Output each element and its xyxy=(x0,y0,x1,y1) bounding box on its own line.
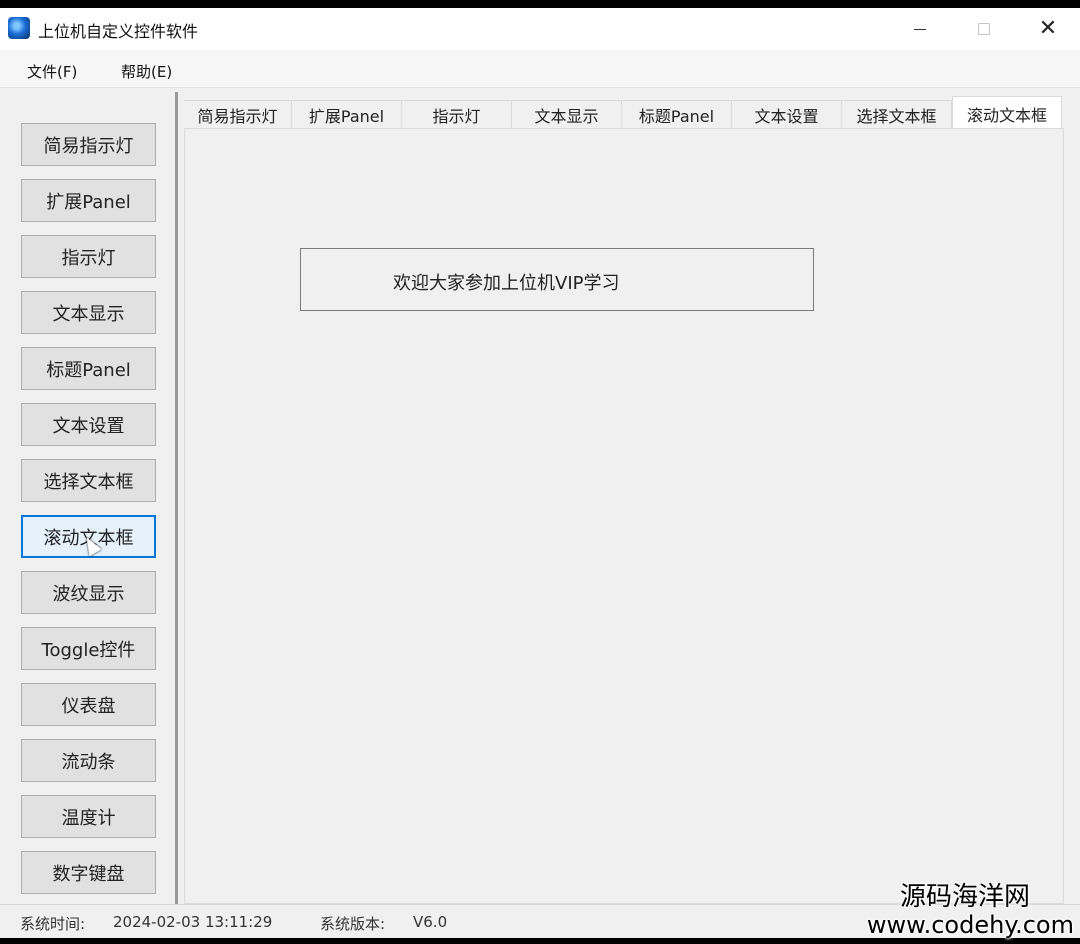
watermark-title: 源码海洋网 xyxy=(899,882,1030,912)
menu-help[interactable]: 帮助(E) xyxy=(121,61,172,82)
app-logo-icon xyxy=(8,17,30,39)
sidebar: 简易指示灯 扩展Panel 指示灯 文本显示 标题Panel 文本设置 选择文本… xyxy=(0,92,178,904)
sidebar-button-toggle-control[interactable]: Toggle控件 xyxy=(21,627,156,670)
sidebar-button-numeric-keypad[interactable]: 数字键盘 xyxy=(21,851,156,894)
scrolling-text: 欢迎大家参加上位机VIP学习 xyxy=(393,273,620,294)
tab-text-settings[interactable]: 文本设置 xyxy=(732,100,842,128)
watermark-url: www.codehy.com xyxy=(866,911,1074,939)
scrolling-textbox[interactable]: 欢迎大家参加上位机VIP学习 xyxy=(300,248,814,311)
tab-page-scrolling-textbox: 欢迎大家参加上位机VIP学习 xyxy=(184,128,1064,904)
maximize-icon xyxy=(978,23,990,35)
system-version-value: V6.0 xyxy=(413,913,448,931)
sidebar-button-gauge[interactable]: 仪表盘 xyxy=(21,683,156,726)
system-time-label: 系统时间: xyxy=(20,915,86,933)
sidebar-button-select-textbox[interactable]: 选择文本框 xyxy=(21,459,156,502)
sidebar-button-indicator[interactable]: 指示灯 xyxy=(21,235,156,278)
close-button[interactable]: ✕ xyxy=(1026,14,1070,44)
minimize-button[interactable] xyxy=(898,14,942,44)
sidebar-button-text-settings[interactable]: 文本设置 xyxy=(21,403,156,446)
app-window: 上位机自定义控件软件 ✕ 文件(F) 帮助(E) 简易指示灯 扩展Panel 指… xyxy=(0,8,1080,938)
menu-file[interactable]: 文件(F) xyxy=(27,61,77,82)
minimize-icon xyxy=(914,28,926,30)
sidebar-button-flow-bar[interactable]: 流动条 xyxy=(21,739,156,782)
close-icon: ✕ xyxy=(1038,16,1058,41)
tab-text-display[interactable]: 文本显示 xyxy=(512,100,622,128)
watermark: 源码海洋网 www.codehy.com xyxy=(867,882,1074,938)
title-bar[interactable]: 上位机自定义控件软件 ✕ xyxy=(0,8,1080,50)
sidebar-button-thermometer[interactable]: 温度计 xyxy=(21,795,156,838)
tab-strip: 简易指示灯 扩展Panel 指示灯 文本显示 标题Panel 文本设置 选择文本… xyxy=(184,96,1064,130)
tab-select-textbox[interactable]: 选择文本框 xyxy=(842,100,952,128)
maximize-button[interactable] xyxy=(962,14,1006,44)
sidebar-button-simple-indicator[interactable]: 简易指示灯 xyxy=(21,123,156,166)
tab-scrolling-textbox[interactable]: 滚动文本框 xyxy=(952,96,1062,130)
sidebar-button-title-panel[interactable]: 标题Panel xyxy=(21,347,156,390)
window-title: 上位机自定义控件软件 xyxy=(38,22,199,41)
sidebar-button-text-display[interactable]: 文本显示 xyxy=(21,291,156,334)
tab-title-panel[interactable]: 标题Panel xyxy=(622,100,732,128)
sidebar-button-extended-panel[interactable]: 扩展Panel xyxy=(21,179,156,222)
tab-extended-panel[interactable]: 扩展Panel xyxy=(292,100,402,128)
menu-bar: 文件(F) 帮助(E) xyxy=(0,50,1080,88)
sidebar-button-ripple-display[interactable]: 波纹显示 xyxy=(21,571,156,614)
tab-indicator[interactable]: 指示灯 xyxy=(402,100,512,128)
system-time-value: 2024-02-03 13:11:29 xyxy=(113,913,273,931)
system-version-label: 系统版本: xyxy=(320,915,386,933)
tab-simple-indicator[interactable]: 简易指示灯 xyxy=(184,100,292,128)
